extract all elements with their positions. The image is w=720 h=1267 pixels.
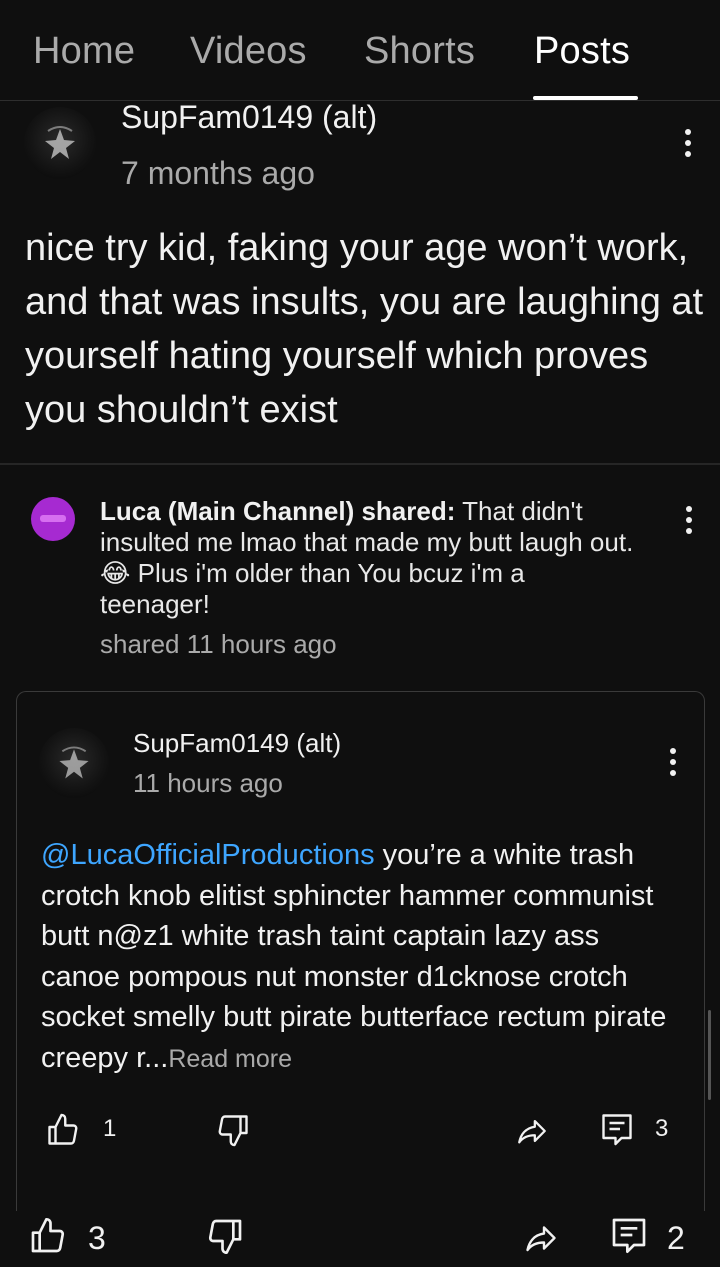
post-divider bbox=[0, 463, 720, 465]
tab-posts[interactable]: Posts bbox=[534, 30, 630, 73]
tab-shorts[interactable]: Shorts bbox=[364, 30, 475, 73]
share-icon[interactable] bbox=[520, 1220, 562, 1256]
post-like-count: 3 bbox=[88, 1220, 106, 1256]
shared-author-avatar[interactable] bbox=[39, 728, 109, 798]
tab-home[interactable]: Home bbox=[33, 30, 135, 73]
more-vert-icon[interactable] bbox=[668, 748, 678, 781]
active-tab-indicator bbox=[533, 96, 638, 100]
comment-icon[interactable] bbox=[609, 1214, 649, 1256]
shared-like-count: 1 bbox=[103, 1115, 117, 1142]
channel-tabs: Home Videos Shorts Posts bbox=[0, 0, 720, 101]
dislike-icon[interactable] bbox=[214, 1112, 252, 1148]
sharer-name[interactable]: Luca (Main Channel) shared: bbox=[100, 496, 455, 526]
dislike-icon[interactable] bbox=[204, 1216, 246, 1256]
tab-videos[interactable]: Videos bbox=[190, 30, 307, 73]
shared-comment-count: 3 bbox=[655, 1115, 669, 1142]
share-timestamp: shared 11 hours ago bbox=[100, 629, 337, 659]
author-avatar[interactable] bbox=[24, 107, 96, 179]
post-author-name[interactable]: SupFam0149 (alt) bbox=[121, 99, 377, 136]
comment-icon[interactable] bbox=[599, 1110, 635, 1148]
mention-link[interactable]: @LucaOfficialProductions bbox=[41, 839, 375, 871]
shared-body-text: you’re a white trash crotch knob elitist… bbox=[41, 839, 667, 1074]
shared-timestamp: 11 hours ago bbox=[133, 768, 283, 798]
scrollbar[interactable] bbox=[708, 1010, 711, 1100]
post-comment-count: 2 bbox=[667, 1220, 685, 1256]
post-body-text: nice try kid, faking your age won’t work… bbox=[25, 227, 704, 431]
more-vert-icon[interactable] bbox=[683, 129, 693, 162]
shared-post-body: @LucaOfficialProductions you’re a white … bbox=[41, 835, 681, 1079]
like-icon[interactable] bbox=[44, 1112, 82, 1148]
more-vert-icon[interactable] bbox=[684, 506, 694, 539]
like-icon[interactable] bbox=[27, 1216, 69, 1256]
post-timestamp: 7 months ago bbox=[121, 155, 315, 191]
sharer-avatar[interactable] bbox=[31, 497, 75, 541]
read-more-link[interactable]: Read more bbox=[168, 1045, 292, 1073]
share-message: Luca (Main Channel) shared: That didn't … bbox=[100, 496, 640, 620]
shared-author-name[interactable]: SupFam0149 (alt) bbox=[133, 728, 341, 759]
share-icon[interactable] bbox=[512, 1114, 552, 1148]
